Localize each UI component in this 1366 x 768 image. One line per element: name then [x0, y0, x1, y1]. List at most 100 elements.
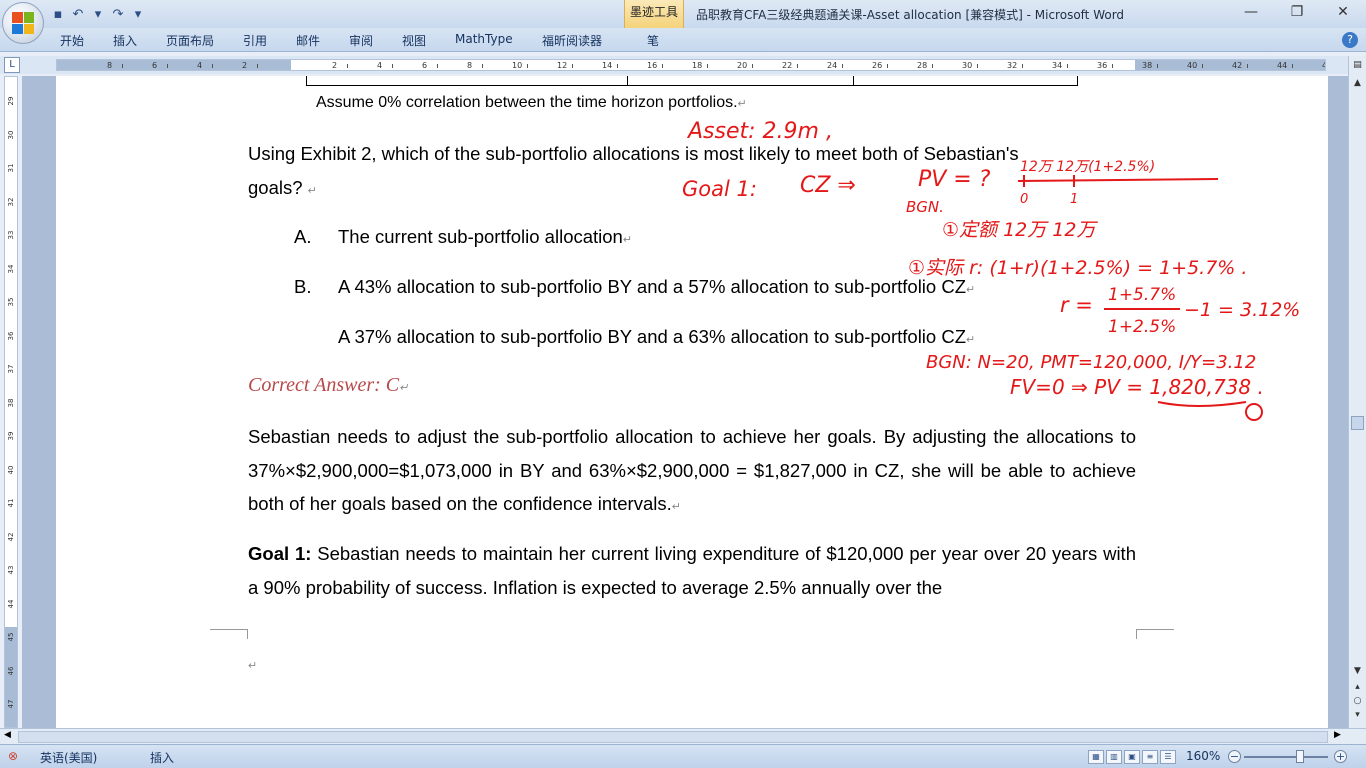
quick-access-toolbar: ▪ ↶ ▾ ↷ ▾ — [50, 4, 146, 24]
ruler-number: 2 — [242, 61, 248, 70]
ruler-number: 34 — [1052, 61, 1063, 70]
question-line-1: Using Exhibit 2, which of the sub-portfo… — [248, 143, 1019, 164]
web-layout-icon[interactable]: ▣ — [1124, 750, 1140, 764]
horizontal-ruler-row: L 8 6 4 2 2 4 6 8 10 12 14 16 18 20 22 24 26 28 30 32 34 36 38… — [0, 56, 1366, 74]
vruler-number: 39 — [7, 431, 15, 441]
tab-pen[interactable]: 笔 — [647, 32, 659, 49]
tab-selector-button[interactable]: L — [4, 57, 20, 73]
document-page[interactable]: Assume 0% correlation between the time h… — [56, 76, 1328, 728]
ruler-number: 46 — [1322, 60, 1325, 70]
ruler-number: 6 — [152, 61, 158, 70]
vertical-ruler[interactable]: 29 30 31 32 33 34 35 36 37 38 39 40 41 42 43 44 45 46 47 — [4, 76, 18, 728]
scroll-up-icon[interactable]: ▲ — [1350, 76, 1365, 91]
ink-asset: Asset: 2.9m , — [686, 119, 833, 144]
ruler-tick — [257, 64, 258, 68]
vertical-scrollbar[interactable]: ▤ ▲ ▼ ▴ ○ ▾ — [1348, 56, 1366, 728]
paragraph-mark: ↵ — [248, 660, 258, 672]
zoom-in-icon[interactable]: + — [1334, 750, 1347, 763]
ruler-number: 20 — [737, 61, 748, 70]
select-browse-object-icon[interactable]: ○ — [1350, 694, 1365, 709]
office-button[interactable] — [2, 2, 44, 44]
paragraph-mark: ↵ — [737, 98, 747, 110]
insert-mode-indicator[interactable]: 插入 — [150, 749, 174, 766]
undo-dropdown-icon[interactable]: ▾ — [90, 7, 106, 22]
horizontal-scroll-track[interactable] — [18, 731, 1328, 743]
close-button[interactable]: ✕ — [1320, 0, 1366, 26]
office-logo-icon — [12, 12, 34, 34]
ink-pv: PV = ? — [918, 167, 991, 192]
proofing-icon[interactable]: ⊗ — [8, 749, 18, 763]
ink-tools-contextual-tab[interactable]: 墨迹工具 — [624, 0, 684, 28]
previous-page-icon[interactable]: ▴ — [1350, 680, 1365, 695]
tab-foxit-reader[interactable]: 福昕阅读器 — [542, 32, 602, 49]
option-b: A 43% allocation to sub-portfolio BY and… — [338, 276, 976, 297]
undo-icon[interactable]: ↶ — [70, 7, 86, 22]
ink-timeline-one: 1 — [1070, 192, 1078, 207]
customize-qat-icon[interactable]: ▾ — [130, 7, 146, 22]
ruler-tick — [707, 64, 708, 68]
print-layout-view-icon[interactable]: ▦ — [1088, 750, 1104, 764]
scroll-left-icon[interactable]: ◀ — [4, 730, 11, 740]
ruler-number: 26 — [872, 61, 883, 70]
ink-timeline — [1017, 178, 1219, 182]
paragraph-mark: ↵ — [966, 334, 976, 346]
ruler-tick — [167, 64, 168, 68]
horizontal-scrollbar[interactable]: ◀ ▶ — [0, 728, 1366, 744]
vruler-number: 40 — [7, 465, 15, 474]
view-buttons: ▦ ▥ ▣ ≡ ☰ — [1088, 750, 1176, 764]
zoom-slider-thumb[interactable] — [1296, 750, 1304, 763]
ruler-number: 32 — [1007, 61, 1018, 70]
ruler-number: 2 — [332, 61, 338, 70]
next-page-icon[interactable]: ▾ — [1350, 708, 1365, 723]
zoom-level[interactable]: 160% — [1186, 749, 1220, 763]
restore-button[interactable]: ❐ — [1274, 0, 1320, 26]
tab-page-layout[interactable]: 页面布局 — [166, 32, 214, 49]
tab-mailings[interactable]: 邮件 — [296, 32, 320, 49]
ink-timeline-zero: 0 — [1020, 192, 1028, 207]
redo-icon[interactable]: ↷ — [110, 7, 126, 22]
explanation-paragraph: Sebastian needs to adjust the sub-portfo… — [248, 426, 1136, 514]
draft-view-icon[interactable]: ☰ — [1160, 750, 1176, 764]
vruler-number: 37 — [7, 364, 15, 374]
ink-goal1: Goal 1: — [682, 177, 757, 201]
tab-mathtype[interactable]: MathType — [455, 32, 513, 46]
ribbon-tabs: 开始 插入 页面布局 引用 邮件 审阅 视图 MathType 福昕阅读器 笔 … — [0, 28, 1366, 52]
ink-fixed-amount: ①定额 12万 12万 — [942, 219, 1098, 241]
full-screen-reading-icon[interactable]: ▥ — [1106, 750, 1122, 764]
help-icon[interactable]: ? — [1342, 32, 1358, 48]
ruler-number: 28 — [917, 61, 928, 70]
paragraph-mark: ↵ — [966, 284, 976, 296]
zoom-slider[interactable] — [1244, 756, 1328, 758]
ruler-number: 30 — [962, 61, 973, 70]
vruler-number: 38 — [7, 398, 15, 407]
vruler-number: 46 — [7, 666, 15, 675]
tab-view[interactable]: 视图 — [402, 32, 426, 49]
minimize-button[interactable]: — — [1228, 0, 1274, 26]
zoom-out-icon[interactable]: − — [1228, 750, 1241, 763]
scroll-right-icon[interactable]: ▶ — [1334, 730, 1341, 740]
window-controls: — ❐ ✕ — [1228, 0, 1366, 26]
tab-review[interactable]: 审阅 — [349, 32, 373, 49]
save-icon[interactable]: ▪ — [50, 7, 66, 22]
tab-insert[interactable]: 插入 — [113, 32, 137, 49]
outline-view-icon[interactable]: ≡ — [1142, 750, 1158, 764]
vruler-number: 35 — [7, 297, 15, 307]
tab-home[interactable]: 开始 — [60, 32, 84, 49]
vruler-number: 31 — [7, 163, 15, 173]
ink-calc-line-1: BGN: N=20, PMT=120,000, I/Y=3.12 — [926, 352, 1256, 373]
scroll-thumb[interactable] — [1351, 416, 1364, 430]
ruler-tick — [887, 64, 888, 68]
option-b-letter: B. — [294, 276, 312, 297]
ink-calc-line-2: FV=0 ⇒ PV = 1,820,738 . — [1010, 375, 1264, 399]
scroll-down-icon[interactable]: ▼ — [1350, 664, 1365, 679]
vruler-number: 42 — [7, 532, 15, 541]
ruler-tick — [527, 64, 528, 68]
ruler-tick — [1157, 64, 1158, 68]
language-indicator[interactable]: 英语(美国) — [40, 749, 97, 766]
horizontal-ruler[interactable]: 8 6 4 2 2 4 6 8 10 12 14 16 18 20 22 24 26 28 30 32 34 36 38 40… — [56, 59, 1326, 71]
ruler-number: 16 — [647, 61, 658, 70]
ruler-tick — [1292, 64, 1293, 68]
tab-references[interactable]: 引用 — [243, 32, 267, 49]
ink-pen-cursor — [1245, 403, 1263, 421]
ruler-toggle-icon[interactable]: ▤ — [1350, 58, 1365, 73]
